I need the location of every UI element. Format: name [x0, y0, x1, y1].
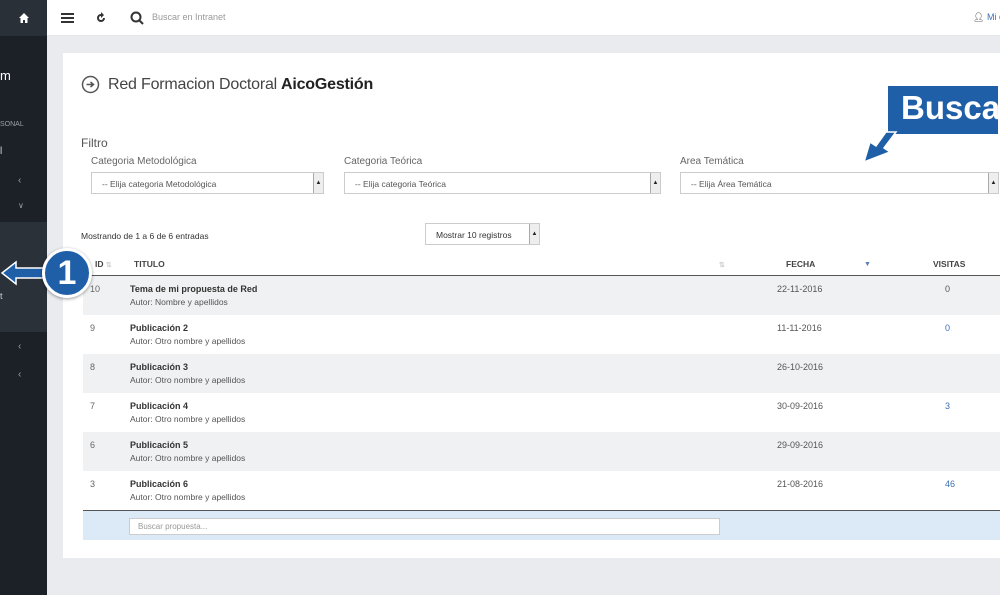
page-size-select[interactable]: Mostrar 10 registros ▲ — [425, 223, 540, 245]
area-select-value: -- Elija Área Temática — [691, 179, 772, 189]
methodology-select-value: -- Elija categoria Metodológica — [102, 179, 217, 189]
column-header-title[interactable]: TITULO — [134, 259, 165, 269]
row-date: 11-11-2016 — [777, 323, 822, 333]
column-header-visits[interactable]: VISITAS — [933, 259, 965, 269]
table-row[interactable]: 3 Publicación 6 Autor: Otro nombre y ape… — [83, 471, 1000, 510]
row-title[interactable]: Publicación 5 — [130, 440, 188, 450]
main-panel: Red Formacion Doctoral AicoGestión Filtr… — [63, 53, 1000, 558]
area-select[interactable]: -- Elija Área Temática ▲ — [680, 172, 999, 194]
theory-select-value: -- Elija categoria Teórica — [355, 179, 447, 189]
row-date: 30-09-2016 — [777, 401, 824, 411]
row-id: 8 — [90, 362, 96, 372]
row-id: 3 — [90, 479, 96, 489]
sidebar: m SONAL l ‹ ∨ t ‹ ‹ — [0, 0, 47, 595]
row-visits: 46 — [945, 479, 956, 489]
table-row[interactable]: 7 Publicación 4 Autor: Otro nombre y ape… — [83, 393, 1000, 432]
row-title[interactable]: Publicación 4 — [130, 401, 188, 411]
row-author: Autor: Otro nombre y apellidos — [130, 336, 246, 346]
table-header: ID ⇅ TITULO ⇅ FECHA ▼ VISITAS — [83, 253, 1000, 276]
row-id: 10 — [90, 284, 101, 294]
dropdown-arrow-icon[interactable]: ▲ — [529, 224, 539, 244]
table-search-row: Buscar propuesta... — [83, 510, 1000, 540]
row-date: 22-11-2016 — [777, 284, 823, 294]
sort-icon[interactable]: ⇅ — [106, 262, 112, 269]
row-author: Autor: Nombre y apellidos — [130, 297, 228, 307]
dropdown-arrow-icon[interactable]: ▲ — [313, 173, 323, 193]
row-title[interactable]: Publicación 2 — [130, 323, 188, 333]
row-date: 26-10-2016 — [777, 362, 824, 372]
sidebar-item-label[interactable]: t — [0, 291, 47, 301]
column-header-id[interactable]: ID ⇅ — [95, 259, 112, 269]
page-title-light: Red Formacion Doctoral — [108, 75, 277, 93]
table-row[interactable]: 9 Publicación 2 Autor: Otro nombre y ape… — [83, 315, 1000, 354]
row-id: 7 — [90, 401, 96, 411]
row-author: Autor: Otro nombre y apellidos — [130, 375, 246, 385]
callout-busca: Busca — [886, 84, 1000, 136]
row-author: Autor: Otro nombre y apellidos — [130, 492, 246, 502]
sidebar-item-label[interactable]: l — [0, 146, 47, 157]
column-header-date[interactable]: FECHA — [786, 259, 815, 269]
search-input[interactable]: Buscar en Intranet — [152, 12, 226, 22]
row-title[interactable]: Publicación 6 — [130, 479, 188, 489]
home-icon — [18, 13, 29, 23]
sidebar-section-label: SONAL — [0, 121, 24, 128]
user-menu[interactable]: 👤︎ Mi c — [973, 12, 1000, 23]
dropdown-arrow-icon[interactable]: ▲ — [988, 173, 998, 193]
row-visits: 0 — [945, 323, 951, 333]
row-author: Autor: Otro nombre y apellidos — [130, 453, 246, 463]
methodology-select[interactable]: -- Elija categoria Metodológica ▲ — [91, 172, 324, 194]
user-label: Mi c — [986, 12, 1000, 22]
filter-label: Filtro — [81, 136, 108, 150]
row-title[interactable]: Publicación 3 — [130, 362, 188, 372]
theory-select[interactable]: -- Elija categoria Teórica ▲ — [344, 172, 661, 194]
row-visits: 3 — [945, 401, 951, 411]
filter-label-area: Area Temática — [680, 156, 744, 167]
user-icon: 👤︎ — [973, 12, 985, 22]
page-size-value: Mostrar 10 registros — [436, 230, 512, 240]
row-date: 21-08-2016 — [777, 479, 824, 489]
sort-icon[interactable]: ⇅ — [719, 259, 725, 269]
row-visits: 0 — [945, 284, 951, 294]
chevron-left-icon[interactable]: ‹ — [18, 341, 21, 352]
row-author: Autor: Otro nombre y apellidos — [130, 414, 246, 424]
table-row[interactable]: 8 Publicación 3 Autor: Otro nombre y ape… — [83, 354, 1000, 393]
chevron-left-icon[interactable]: ‹ — [18, 175, 21, 186]
row-date: 29-09-2016 — [777, 440, 824, 450]
arrow-circle-right-icon — [81, 75, 100, 94]
sidebar-user-name: m — [0, 68, 11, 83]
filter-label-methodology: Categoria Metodológica — [91, 156, 197, 167]
search-icon[interactable] — [129, 10, 145, 26]
home-button[interactable] — [0, 0, 47, 36]
page-title-bold: AicoGestión — [281, 75, 374, 93]
chevron-down-icon[interactable]: ∨ — [18, 201, 24, 210]
chevron-left-icon[interactable]: ‹ — [18, 369, 21, 380]
page-title: Red Formacion Doctoral AicoGestión — [81, 75, 373, 94]
row-id: 6 — [90, 440, 96, 450]
refresh-icon[interactable] — [93, 10, 109, 26]
step-badge: 1 — [42, 248, 92, 298]
table-row[interactable]: 10 Tema de mi propuesta de Red Autor: No… — [83, 276, 1000, 315]
dropdown-arrow-icon[interactable]: ▲ — [650, 173, 660, 193]
menu-icon[interactable] — [60, 10, 76, 26]
proposal-search-input[interactable]: Buscar propuesta... — [129, 518, 720, 535]
row-id: 9 — [90, 323, 96, 333]
table-row[interactable]: 6 Publicación 5 Autor: Otro nombre y ape… — [83, 432, 1000, 471]
filter-label-theory: Categoria Teórica — [344, 156, 423, 167]
callout-arrow-icon — [862, 131, 898, 164]
entries-info: Mostrando de 1 a 6 de 6 entradas — [81, 231, 209, 241]
sort-desc-icon[interactable]: ▼ — [864, 261, 871, 268]
topbar: Buscar en Intranet 👤︎ Mi c — [47, 0, 1000, 36]
row-title[interactable]: Tema de mi propuesta de Red — [130, 284, 257, 294]
